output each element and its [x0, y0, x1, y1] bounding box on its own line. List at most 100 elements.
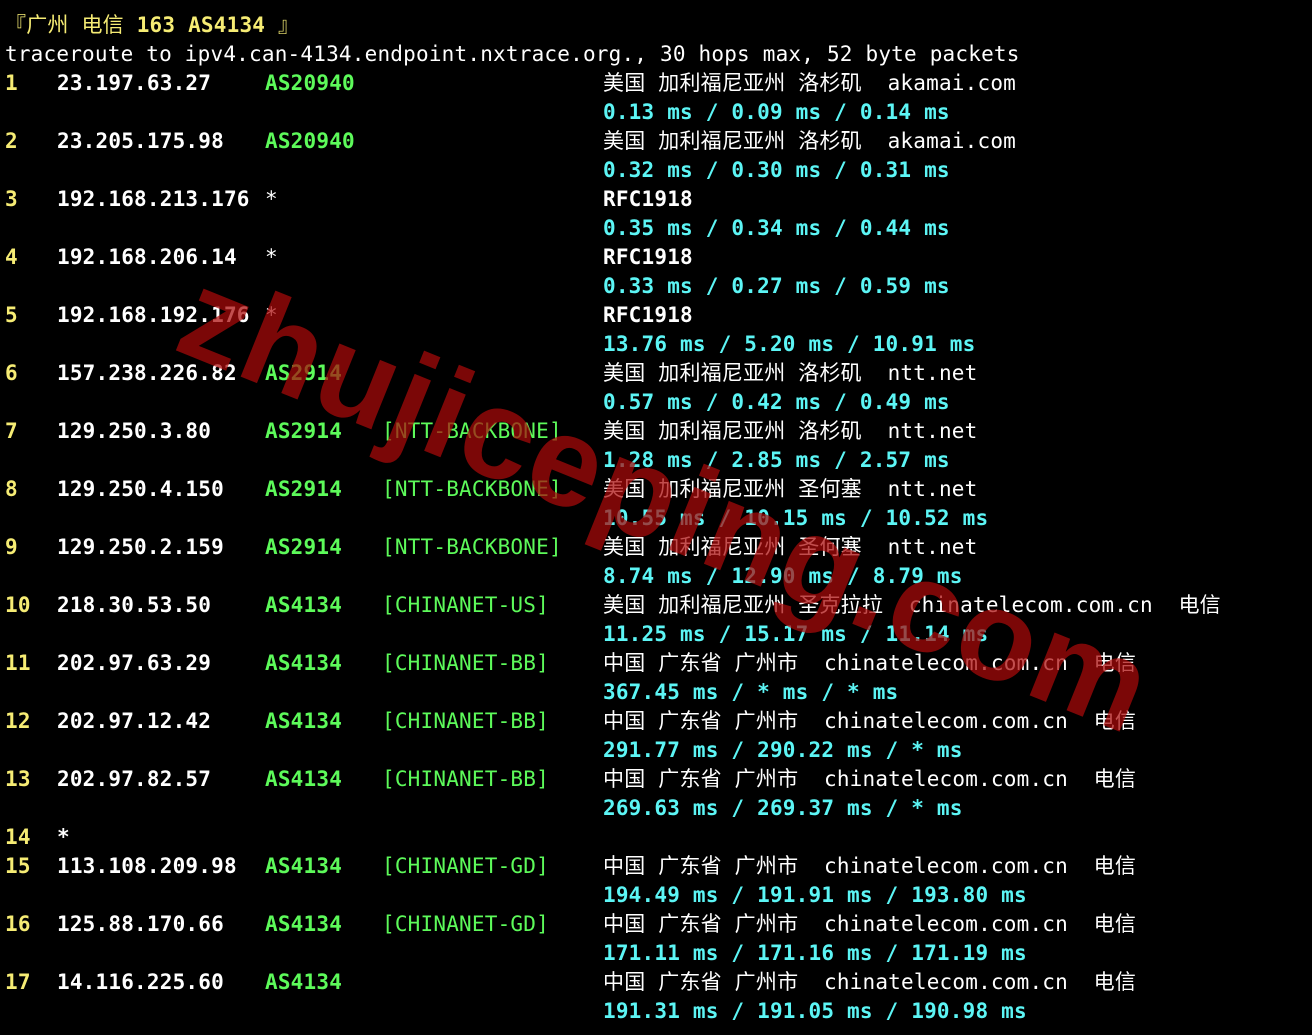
hop-network-tag: [CHINANET-BB]: [382, 709, 549, 733]
title-city: 广州 电信: [26, 13, 124, 37]
hop-number: 9: [5, 535, 18, 559]
hop-geo: 中国 广东省 广州市 chinatelecom.com.cn 电信: [603, 912, 1137, 936]
hop-number: 15: [5, 854, 31, 878]
hop-ip: 129.250.2.159: [57, 535, 224, 559]
hop-number: 6: [5, 361, 18, 385]
hop-asn: AS4134: [265, 970, 343, 994]
hop-asn: AS4134: [265, 854, 343, 878]
hop-ip: 202.97.63.29: [57, 651, 212, 675]
hop-number: 7: [5, 419, 18, 443]
hop-network-tag: [NTT-BACKBONE]: [382, 477, 562, 501]
title-bracket-close: 』: [277, 13, 300, 37]
hop-asn: AS2914: [265, 477, 343, 501]
hop-rtt: 0.13 ms / 0.09 ms / 0.14 ms: [603, 100, 950, 124]
hop-network-tag: [NTT-BACKBONE]: [382, 535, 562, 559]
hop-asn: AS4134: [265, 709, 343, 733]
hop-geo: 美国 加利福尼亚州 洛杉矶 akamai.com: [603, 129, 1017, 153]
hop-number: 16: [5, 912, 31, 936]
hop-number: 8: [5, 477, 18, 501]
hop-ip: 14.116.225.60: [57, 970, 224, 994]
hop-ip: 157.238.226.82: [57, 361, 237, 385]
hop-asn: *: [265, 245, 278, 269]
hop-asn: AS2914: [265, 419, 343, 443]
hop-geo: RFC1918: [603, 245, 693, 269]
hop-ip: 23.205.175.98: [57, 129, 224, 153]
hop-ip: 129.250.3.80: [57, 419, 212, 443]
hop-network-tag: [NTT-BACKBONE]: [382, 419, 562, 443]
hop-network-tag: [CHINANET-BB]: [382, 651, 549, 675]
hop-asn: AS4134: [265, 767, 343, 791]
hop-asn: AS20940: [265, 129, 355, 153]
hop-ip: 192.168.192.176: [57, 303, 250, 327]
hop-asn: *: [265, 303, 278, 327]
hop-number: 17: [5, 970, 31, 994]
terminal-window[interactable]: 『广州 电信 163 AS4134 』 traceroute to ipv4.c…: [0, 0, 1312, 1035]
hop-asn: AS20940: [265, 71, 355, 95]
hop-ip: 192.168.206.14: [57, 245, 237, 269]
hop-rtt: 0.57 ms / 0.42 ms / 0.49 ms: [603, 390, 950, 414]
hop-geo: 美国 加利福尼亚州 洛杉矶 ntt.net: [603, 361, 978, 385]
hop-network-tag: [CHINANET-BB]: [382, 767, 549, 791]
hop-geo: 美国 加利福尼亚州 洛杉矶 akamai.com: [603, 71, 1017, 95]
hop-geo: 美国 加利福尼亚州 洛杉矶 ntt.net: [603, 419, 978, 443]
hop-number: 4: [5, 245, 18, 269]
hop-geo: RFC1918: [603, 187, 693, 211]
hop-ip: 202.97.12.42: [57, 709, 212, 733]
hop-geo: 美国 加利福尼亚州 圣克拉拉 chinatelecom.com.cn 电信: [603, 593, 1221, 617]
hop-geo: 中国 广东省 广州市 chinatelecom.com.cn 电信: [603, 970, 1137, 994]
hop-rtt: 367.45 ms / * ms / * ms: [603, 680, 899, 704]
hop-number: 2: [5, 129, 18, 153]
hop-geo: 美国 加利福尼亚州 圣何塞 ntt.net: [603, 535, 978, 559]
hop-asn: AS4134: [265, 912, 343, 936]
hop-number: 1: [5, 71, 18, 95]
hop-ip: *: [57, 825, 70, 849]
hop-ip: 218.30.53.50: [57, 593, 212, 617]
hop-geo: 中国 广东省 广州市 chinatelecom.com.cn 电信: [603, 709, 1137, 733]
title-asn: 163 AS4134: [136, 13, 266, 37]
hop-number: 10: [5, 593, 31, 617]
hop-rtt: 10.55 ms / 10.15 ms / 10.52 ms: [603, 506, 989, 530]
hop-number: 3: [5, 187, 18, 211]
hop-ip: 202.97.82.57: [57, 767, 212, 791]
hop-ip: 125.88.170.66: [57, 912, 224, 936]
hop-geo: 中国 广东省 广州市 chinatelecom.com.cn 电信: [603, 767, 1137, 791]
hop-number: 13: [5, 767, 31, 791]
hop-rtt: 0.35 ms / 0.34 ms / 0.44 ms: [603, 216, 950, 240]
hop-geo: RFC1918: [603, 303, 693, 327]
hop-number: 12: [5, 709, 31, 733]
hop-rtt: 269.63 ms / 269.37 ms / * ms: [603, 796, 963, 820]
hop-network-tag: [CHINANET-GD]: [382, 912, 549, 936]
hop-ip: 192.168.213.176: [57, 187, 250, 211]
hop-ip: 23.197.63.27: [57, 71, 212, 95]
hop-rtt: 0.32 ms / 0.30 ms / 0.31 ms: [603, 158, 950, 182]
hop-rtt: 11.25 ms / 15.17 ms / 11.14 ms: [603, 622, 989, 646]
hop-rtt: 1.28 ms / 2.85 ms / 2.57 ms: [603, 448, 950, 472]
trace-title: 『广州 电信 163 AS4134 』: [5, 11, 299, 40]
hop-rtt: 13.76 ms / 5.20 ms / 10.91 ms: [603, 332, 976, 356]
hop-asn: *: [265, 187, 278, 211]
hop-number: 11: [5, 651, 31, 675]
hop-rtt: 171.11 ms / 171.16 ms / 171.19 ms: [603, 941, 1027, 965]
hop-rtt: 291.77 ms / 290.22 ms / * ms: [603, 738, 963, 762]
hop-asn: AS4134: [265, 593, 343, 617]
hop-network-tag: [CHINANET-GD]: [382, 854, 549, 878]
hop-ip: 129.250.4.150: [57, 477, 224, 501]
hop-number: 5: [5, 303, 18, 327]
hop-geo: 中国 广东省 广州市 chinatelecom.com.cn 电信: [603, 854, 1137, 878]
traceroute-command-line: traceroute to ipv4.can-4134.endpoint.nxt…: [0, 40, 1019, 69]
hop-rtt: 0.33 ms / 0.27 ms / 0.59 ms: [603, 274, 950, 298]
hop-ip: 113.108.209.98: [57, 854, 237, 878]
title-bracket-open: 『: [5, 13, 27, 37]
trace-title-line: 『广州 电信 163 AS4134 』: [0, 11, 299, 40]
hop-asn: AS2914: [265, 535, 343, 559]
hop-rtt: 8.74 ms / 12.90 ms / 8.79 ms: [603, 564, 963, 588]
hop-geo: 美国 加利福尼亚州 圣何塞 ntt.net: [603, 477, 978, 501]
hop-rtt: 194.49 ms / 191.91 ms / 193.80 ms: [603, 883, 1027, 907]
hop-network-tag: [CHINANET-US]: [382, 593, 549, 617]
hop-rtt: 191.31 ms / 191.05 ms / 190.98 ms: [603, 999, 1027, 1023]
traceroute-command: traceroute to ipv4.can-4134.endpoint.nxt…: [5, 42, 1020, 66]
hop-asn: AS4134: [265, 651, 343, 675]
hop-geo: 中国 广东省 广州市 chinatelecom.com.cn 电信: [603, 651, 1137, 675]
hop-asn: AS2914: [265, 361, 343, 385]
hop-number: 14: [5, 825, 31, 849]
